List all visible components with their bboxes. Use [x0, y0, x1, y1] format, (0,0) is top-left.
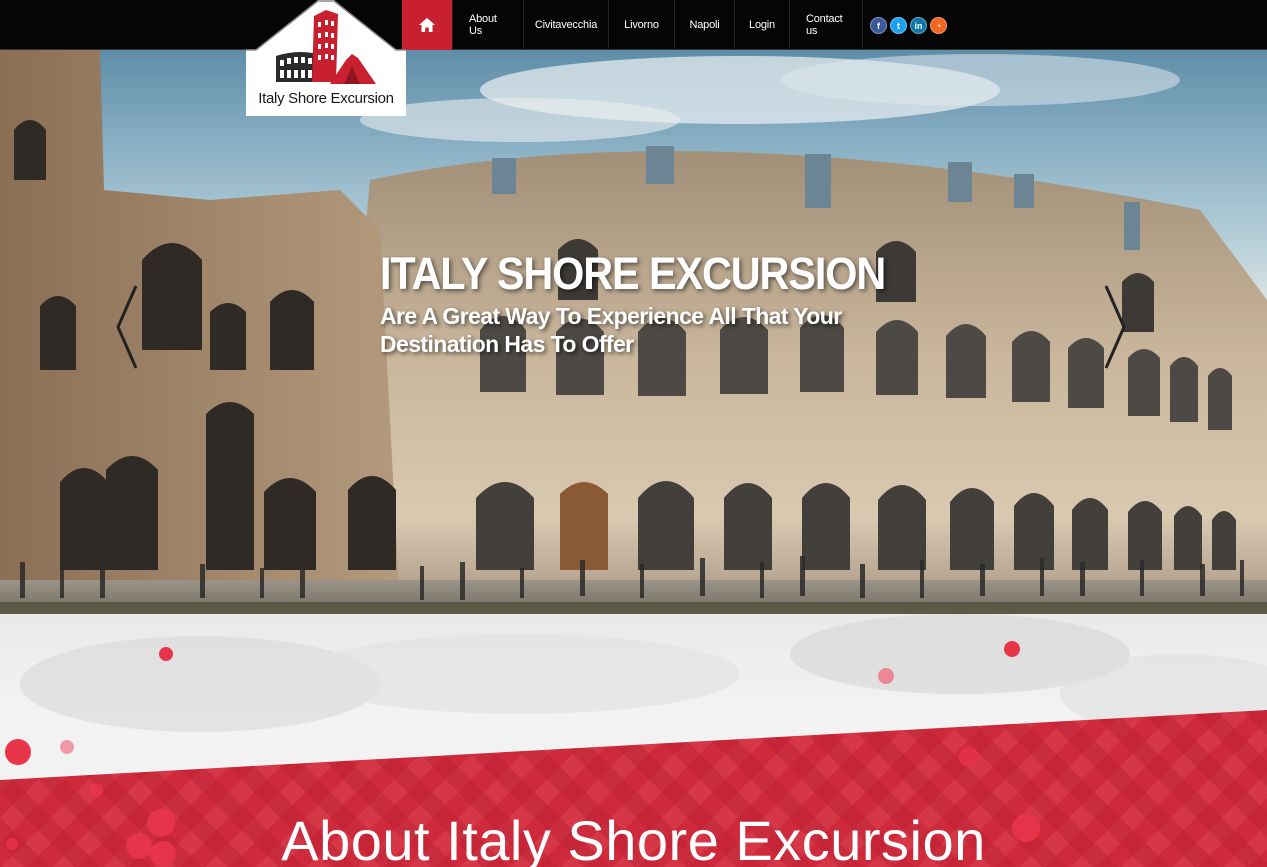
logo-text: Italy Shore Excursion	[258, 90, 394, 107]
chevron-left-icon	[116, 285, 138, 369]
home-icon	[419, 18, 435, 32]
nav-civitavecchia[interactable]: Civitavecchia	[523, 0, 608, 50]
linkedin-icon[interactable]: in	[910, 17, 927, 34]
nav-livorno[interactable]: Livorno	[608, 0, 674, 50]
about-heading: About Italy Shore Excursion	[281, 809, 986, 867]
hero-subtitle: Are A Great Way To Experience All That Y…	[380, 303, 842, 357]
nav-login[interactable]: Login	[734, 0, 789, 50]
nav-about-us[interactable]: About Us	[452, 0, 523, 50]
main-nav: About Us Civitavecchia Livorno Napoli Lo…	[402, 0, 863, 50]
nav-napoli[interactable]: Napoli	[674, 0, 734, 50]
site-logo[interactable]: Italy Shore Excursion	[246, 0, 406, 116]
slider-prev-button[interactable]	[112, 282, 142, 372]
hero-title: ITALY SHORE EXCURSION	[380, 248, 886, 299]
chevron-right-icon	[1104, 285, 1126, 369]
hero-slider: ITALY SHORE EXCURSION Are A Great Way To…	[0, 50, 1267, 614]
slider-next-button[interactable]	[1100, 282, 1130, 372]
twitter-icon[interactable]: t	[890, 17, 907, 34]
rss-icon[interactable]: ◔	[930, 17, 947, 34]
social-links: f t in ◔	[870, 17, 947, 34]
nav-home[interactable]	[402, 0, 452, 50]
top-navbar: About Us Civitavecchia Livorno Napoli Lo…	[0, 0, 1267, 50]
facebook-icon[interactable]: f	[870, 17, 887, 34]
nav-contact-us[interactable]: Contact us	[789, 0, 863, 50]
